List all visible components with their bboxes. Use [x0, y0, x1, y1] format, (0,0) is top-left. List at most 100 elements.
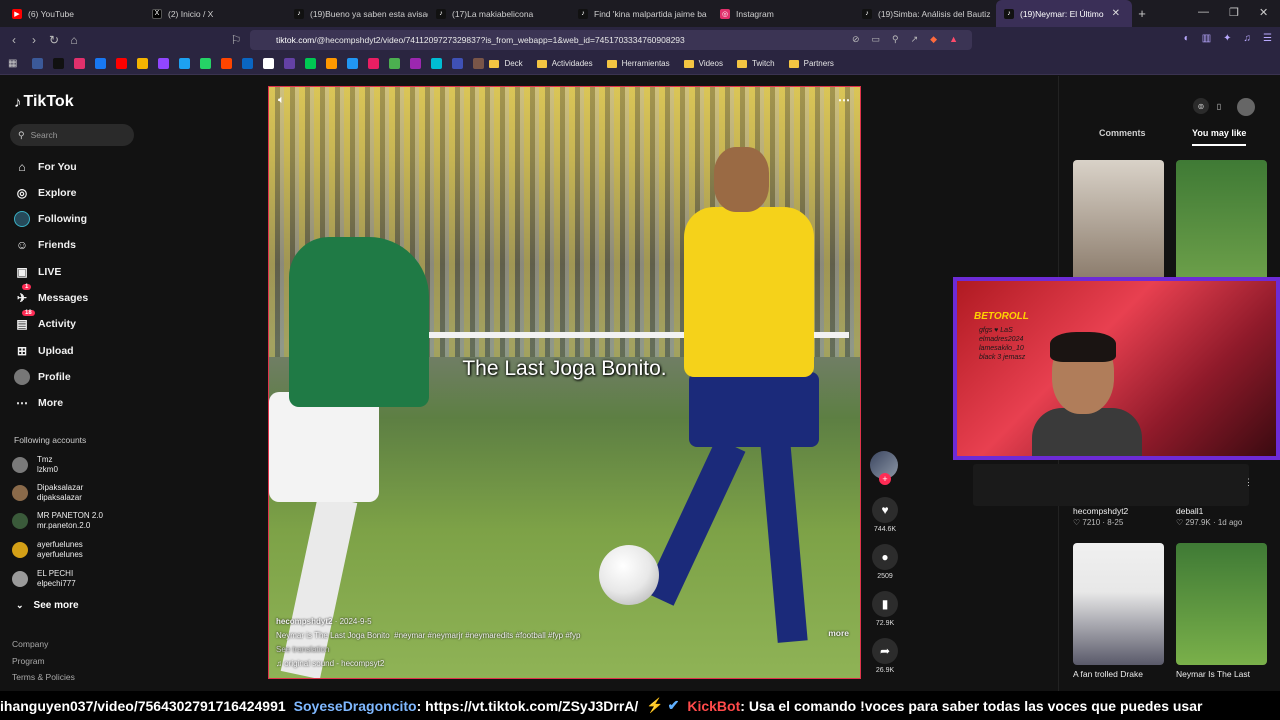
alert-icon[interactable]: ▲: [949, 34, 958, 45]
maximize-icon[interactable]: ❐: [1229, 6, 1239, 19]
nav-profile[interactable]: Profile: [14, 368, 71, 386]
bookmark-favicon-icon[interactable]: [32, 58, 44, 69]
suggested-video-caption[interactable]: deball1 ♡ 297.9K · 1d ago: [1176, 506, 1267, 528]
url-field[interactable]: tiktok.com/@hecompshdyt2/video/741120972…: [250, 30, 972, 50]
suggested-video-thumbnail[interactable]: [1176, 160, 1267, 282]
tab-comments[interactable]: Comments: [1099, 128, 1146, 138]
reload-icon[interactable]: ↻: [44, 33, 64, 47]
screen-icon[interactable]: ▭: [872, 34, 881, 45]
bookmark-folder-twitch[interactable]: Twitch: [736, 59, 775, 68]
tab-youtube[interactable]: ▶ (6) YouTube: [4, 0, 144, 27]
account-item[interactable]: Tmz lzkm0: [12, 455, 58, 475]
follow-plus-icon[interactable]: +: [879, 473, 891, 485]
search-input[interactable]: ⚲ Search: [10, 124, 134, 146]
bookmark-favicon-icon[interactable]: [263, 58, 275, 69]
user-avatar[interactable]: [1237, 98, 1255, 116]
bookmark-favicon-icon[interactable]: [305, 58, 317, 69]
zoom-icon[interactable]: ⚲: [892, 34, 899, 45]
account-item[interactable]: Dipaksalazar dipaksalazar: [12, 483, 83, 503]
bookmark-folder-actividades[interactable]: Actividades: [536, 59, 593, 68]
comment-button[interactable]: ● 2509: [868, 544, 902, 580]
menu-icon[interactable]: ☰: [1263, 33, 1272, 44]
media-icon[interactable]: ♫: [1244, 33, 1252, 44]
nav-live[interactable]: ▣ LIVE: [14, 263, 61, 281]
bookmark-folder-videos[interactable]: Videos: [683, 59, 723, 68]
tab-tiktok-3[interactable]: ♪ Find 'kina malpartida jaime ba: [570, 0, 712, 27]
nav-for-you[interactable]: ⌂ For You: [14, 158, 76, 176]
close-tab-icon[interactable]: ✕: [1112, 8, 1120, 19]
account-item[interactable]: ayerfuelunes ayerfuelunes: [12, 540, 83, 560]
nav-messages[interactable]: ✈ 1 Messages: [14, 284, 88, 307]
nav-upload[interactable]: ⊞ Upload: [14, 342, 74, 360]
like-button[interactable]: ♥ 744.6K: [868, 497, 902, 533]
coins-icon[interactable]: ⊚: [1193, 98, 1209, 114]
bookmark-favicon-icon[interactable]: [473, 58, 485, 69]
tab-instagram[interactable]: ◎ Instagram: [712, 0, 854, 27]
new-tab-button[interactable]: +: [1132, 6, 1152, 21]
bookmark-page-icon[interactable]: ⚐: [226, 33, 246, 47]
tab-tiktok-1[interactable]: ♪ (19)Bueno ya saben esta avisad: [286, 0, 428, 27]
suggested-video-thumbnail[interactable]: [1073, 160, 1164, 282]
share-icon[interactable]: ↗: [911, 34, 919, 45]
bookmark-favicon-icon[interactable]: [389, 58, 401, 69]
bookmark-favicon-icon[interactable]: [95, 58, 107, 69]
bookmark-favicon-icon[interactable]: [368, 58, 380, 69]
device-icon[interactable]: ▯: [1211, 98, 1227, 114]
suggested-video-title[interactable]: Neymar Is The Last: [1176, 669, 1267, 680]
nav-explore[interactable]: ◎ Explore: [14, 184, 77, 202]
close-window-icon[interactable]: ✕: [1259, 6, 1268, 19]
suggested-video-thumbnail[interactable]: [1176, 543, 1267, 665]
tab-x[interactable]: X (2) Inicio / X: [144, 0, 286, 27]
tiktok-logo[interactable]: ♪ TikTok: [14, 93, 74, 111]
nav-following[interactable]: Following: [14, 210, 87, 228]
wallet-icon[interactable]: ◐: [1184, 33, 1190, 44]
forward-icon[interactable]: ›: [24, 33, 44, 47]
bookmark-favicon-icon[interactable]: [221, 58, 233, 69]
bookmark-favicon-icon[interactable]: [74, 58, 86, 69]
tab-tiktok-4[interactable]: ♪ (19)Simba: Análisis del Bautiz: [854, 0, 996, 27]
extensions-icon[interactable]: ✦: [1223, 33, 1231, 44]
share-button[interactable]: ➦ 26.9K: [868, 638, 902, 674]
nav-more[interactable]: ⋯ More: [14, 394, 63, 412]
bookmark-favicon-icon[interactable]: [284, 58, 296, 69]
account-item[interactable]: MR PANETON 2.0 mr.paneton.2.0: [12, 511, 103, 531]
bookmark-favicon-icon[interactable]: [137, 58, 149, 69]
volume-icon[interactable]: 🔈︎: [278, 94, 285, 107]
bookmark-favicon-icon[interactable]: [158, 58, 170, 69]
video-author[interactable]: hecompshdyt2: [276, 617, 332, 626]
more-description-button[interactable]: more: [828, 628, 849, 638]
bookmark-favicon-icon[interactable]: [452, 58, 464, 69]
see-more-button[interactable]: ⌄ See more: [16, 600, 79, 611]
bookmark-folder-partners[interactable]: Partners: [788, 59, 834, 68]
apps-grid-icon[interactable]: ▦: [8, 58, 17, 69]
nav-activity[interactable]: ▤ 18 Activity: [14, 310, 76, 333]
bookmark-favicon-icon[interactable]: [179, 58, 191, 69]
brave-shield-icon[interactable]: ◆: [930, 34, 937, 45]
video-options-icon[interactable]: ⋯: [838, 93, 850, 107]
back-icon[interactable]: ‹: [4, 33, 24, 47]
sidebar-icon[interactable]: ▥: [1202, 33, 1211, 44]
bookmark-favicon-icon[interactable]: [431, 58, 443, 69]
bookmark-folder-deck[interactable]: Deck: [489, 59, 523, 68]
video-player[interactable]: The Last Joga Bonito. 🔈︎ ⋯ hecompshdyt2 …: [268, 86, 861, 679]
no-video-icon[interactable]: ⊘: [852, 34, 860, 45]
video-sound[interactable]: original sound - hecompsyt2: [284, 659, 384, 668]
tab-active-neymar[interactable]: ♪ (19)Neymar: El Último ✕: [996, 0, 1132, 27]
footer-program-link[interactable]: Program: [12, 656, 45, 666]
bookmark-folder-herramientas[interactable]: Herramientas: [606, 59, 670, 68]
see-translation-link[interactable]: See translation: [276, 645, 329, 654]
tab-tiktok-2[interactable]: ♪ (17)La makiabelicona: [428, 0, 570, 27]
footer-company-link[interactable]: Company: [12, 639, 48, 649]
video-hashtags[interactable]: #neymar #neymarjr #neymaredits #football…: [394, 631, 580, 640]
suggested-video-title[interactable]: A fan trolled Drake: [1073, 669, 1164, 680]
footer-terms-link[interactable]: Terms & Policies: [12, 672, 75, 682]
suggested-video-caption[interactable]: hecompshdyt2 ♡ 7210 · 8-25: [1073, 506, 1164, 528]
suggested-video-thumbnail[interactable]: [1073, 543, 1164, 665]
bookmark-favicon-icon[interactable]: [326, 58, 338, 69]
save-button[interactable]: ▮ 72.9K: [868, 591, 902, 627]
bookmark-favicon-icon[interactable]: [200, 58, 212, 69]
bookmark-favicon-icon[interactable]: [410, 58, 422, 69]
bookmark-favicon-icon[interactable]: [242, 58, 254, 69]
bookmark-favicon-icon[interactable]: [116, 58, 128, 69]
bookmark-favicon-icon[interactable]: [347, 58, 359, 69]
